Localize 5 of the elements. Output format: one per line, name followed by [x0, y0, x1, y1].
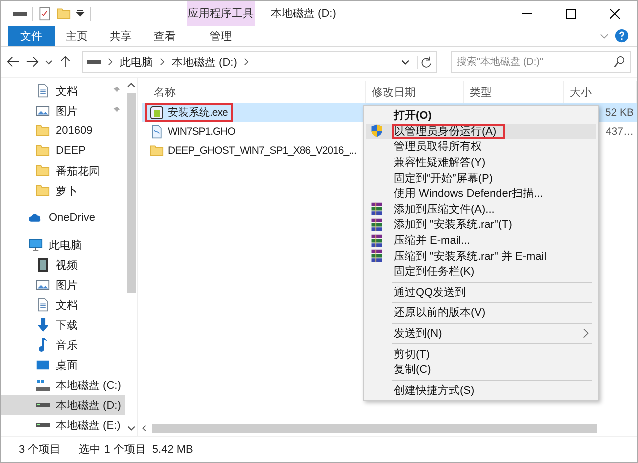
window-title: 本地磁盘 (D:): [270, 7, 336, 21]
status-text: 3 个项目: [19, 443, 62, 457]
context-tab-group: 应用程序工具: [187, 1, 255, 26]
status-text: 5.42 MB: [152, 444, 194, 456]
status-text: 选中 1 个项目: [79, 443, 146, 457]
